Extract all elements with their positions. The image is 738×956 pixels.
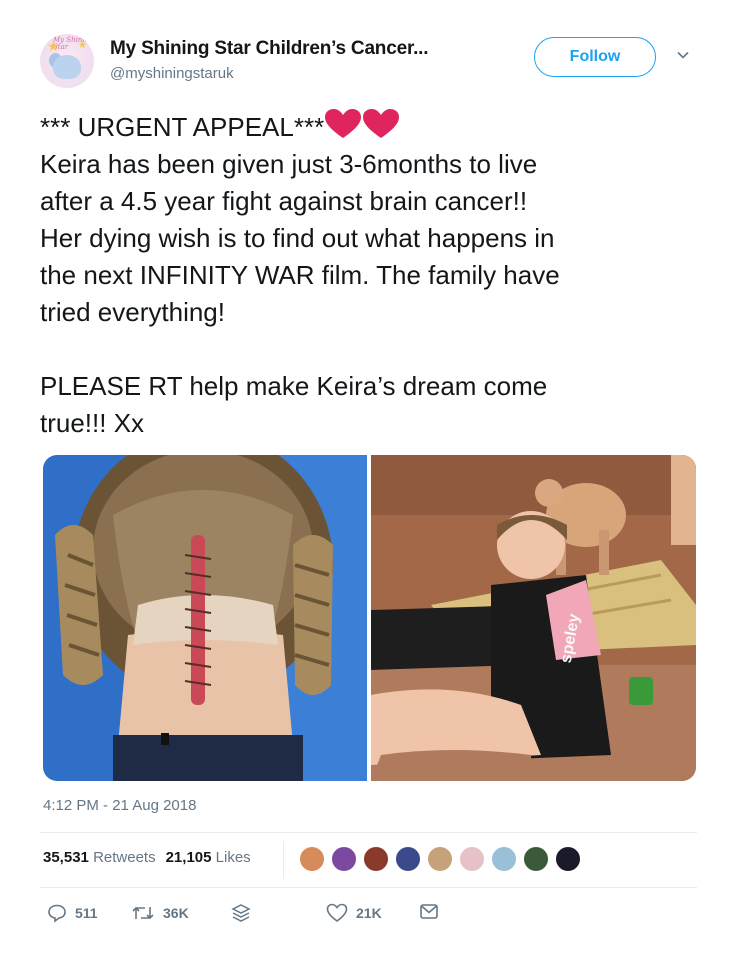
tweet-line: after a 4.5 year fight against brain can… [40, 186, 528, 216]
divider [40, 832, 697, 833]
avatar-star-icon: ★ [78, 40, 87, 51]
likes-stat[interactable]: 21,105 Likes [166, 849, 251, 866]
likes-count: 21,105 [165, 849, 212, 866]
retweet-button[interactable]: 36K [131, 903, 189, 923]
author-name[interactable]: My Shining Star Children’s Cancer... [110, 38, 429, 60]
liker-avatar[interactable] [458, 845, 486, 873]
tweet-stats: 35,531 Retweets 21,105 Likes [43, 849, 251, 866]
like-icon [326, 903, 348, 922]
heart-emoji-icon [325, 109, 362, 138]
liker-avatar[interactable] [330, 845, 358, 873]
photo-back-of-head[interactable] [43, 455, 367, 781]
liker-avatar[interactable] [490, 845, 518, 873]
elephant-icon [53, 55, 81, 79]
tweet-media[interactable]: speley [43, 455, 696, 781]
reply-button[interactable]: 511 [47, 903, 98, 923]
tweet-line: the next INFINITY WAR film. The family h… [40, 260, 560, 290]
stats-separator [283, 841, 284, 879]
retweets-label: Retweets [93, 849, 156, 866]
liker-avatar[interactable] [298, 845, 326, 873]
tweet-line: tried everything! [40, 297, 225, 327]
envelope-icon [420, 904, 438, 919]
liker-avatar[interactable] [554, 845, 582, 873]
retweets-stat[interactable]: 35,531 Retweets [43, 849, 156, 866]
reply-count: 511 [75, 905, 98, 921]
photo-girl-at-beach[interactable]: speley [371, 455, 696, 781]
tweet-line: PLEASE RT help make Keira’s dream come [40, 371, 548, 401]
retweets-count: 35,531 [43, 849, 89, 866]
liker-avatar[interactable] [362, 845, 390, 873]
divider [40, 887, 697, 888]
author-handle[interactable]: @myshiningstaruk [110, 65, 234, 82]
tweet-line: Her dying wish is to find out what happe… [40, 223, 555, 253]
like-count: 21K [356, 905, 382, 921]
author-avatar[interactable]: My Shining Star ★ ★ [40, 34, 94, 88]
chevron-down-icon[interactable] [676, 48, 690, 62]
retweet-count: 36K [163, 905, 189, 921]
tweet-header: My Shining Star ★ ★ My Shining Star Chil… [40, 34, 700, 94]
tweet-line: true!!! Xx [40, 408, 145, 438]
reply-icon [48, 904, 66, 923]
tweet-line: *** URGENT APPEAL*** [40, 108, 700, 146]
tweet-text: *** URGENT APPEAL*** Keira has been give… [40, 108, 700, 442]
retweet-icon [132, 906, 154, 920]
liker-avatar[interactable] [522, 845, 550, 873]
tweet-timestamp[interactable]: 4:12 PM - 21 Aug 2018 [43, 797, 196, 814]
follow-button[interactable]: Follow [534, 37, 656, 77]
message-button[interactable] [419, 903, 439, 921]
heart-emoji-icon [363, 109, 400, 138]
tweet-actions: 511 36K 21K [43, 903, 463, 927]
liker-avatar[interactable] [394, 845, 422, 873]
liker-avatar[interactable] [426, 845, 454, 873]
likes-label: Likes [215, 849, 251, 866]
like-button[interactable]: 21K [326, 903, 382, 923]
stack-icon [231, 904, 251, 922]
tweet-line: Keira has been given just 3-6months to l… [40, 149, 538, 179]
stack-button[interactable] [231, 903, 251, 923]
